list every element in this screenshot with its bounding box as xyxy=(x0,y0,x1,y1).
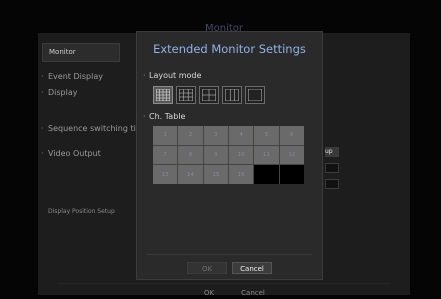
channel-cell[interactable]: 8 xyxy=(178,145,203,165)
menu-event-display[interactable]: Event Display xyxy=(41,72,103,81)
channel-cell[interactable]: 12 xyxy=(279,145,304,165)
channel-cell[interactable]: 7 xyxy=(153,145,178,165)
channel-cell[interactable]: 6 xyxy=(279,126,304,145)
ch-table-label: Ch. Table xyxy=(143,112,186,121)
channel-cell[interactable]: 16 xyxy=(229,165,254,184)
channel-table: 1 2 3 4 5 6 7 8 9 10 11 12 13 14 15 16 xyxy=(153,126,304,184)
option-box[interactable] xyxy=(325,179,339,189)
extended-monitor-settings-dialog: Extended Monitor Settings Layout mode xyxy=(136,31,323,280)
empty-channel-cell xyxy=(254,165,279,184)
menu-sequence-switching[interactable]: Sequence switching ti xyxy=(41,124,136,133)
menu-display-position-setup[interactable]: Display Position Setup xyxy=(48,208,115,215)
tab-monitor[interactable]: Monitor xyxy=(42,43,120,62)
bg-cancel-button[interactable]: Cancel xyxy=(233,288,273,299)
grid-3-icon xyxy=(225,89,239,101)
dialog-title: Extended Monitor Settings xyxy=(153,42,306,56)
channel-cell[interactable]: 15 xyxy=(203,165,228,184)
empty-channel-cell xyxy=(279,165,304,184)
layout-3-split-button[interactable] xyxy=(222,86,242,104)
grid-9-icon xyxy=(179,89,193,101)
grid-4-icon xyxy=(202,89,216,101)
channel-cell[interactable]: 11 xyxy=(254,145,279,165)
channel-cell[interactable]: 13 xyxy=(153,165,178,184)
channel-cell[interactable]: 4 xyxy=(229,126,254,145)
cancel-button[interactable]: Cancel xyxy=(232,262,272,274)
channel-cell[interactable]: 10 xyxy=(229,145,254,165)
menu-display[interactable]: Display xyxy=(41,88,77,97)
layout-16-split-button[interactable] xyxy=(153,86,173,104)
channel-cell[interactable]: 14 xyxy=(178,165,203,184)
grid-16-icon xyxy=(156,89,170,101)
ok-button[interactable]: OK xyxy=(187,262,227,274)
single-view-icon xyxy=(248,89,262,101)
channel-cell[interactable]: 3 xyxy=(203,126,228,145)
layout-9-split-button[interactable] xyxy=(176,86,196,104)
channel-cell[interactable]: 2 xyxy=(178,126,203,145)
layout-single-button[interactable] xyxy=(245,86,265,104)
bg-ok-button[interactable]: OK xyxy=(189,288,229,299)
option-box[interactable] xyxy=(325,163,339,173)
menu-video-output[interactable]: Video Output xyxy=(41,149,101,158)
channel-cell[interactable]: 1 xyxy=(153,126,178,145)
layout-mode-label: Layout mode xyxy=(143,71,201,80)
dialog-divider xyxy=(147,254,312,255)
channel-cell[interactable]: 5 xyxy=(254,126,279,145)
bottom-divider xyxy=(58,283,390,284)
setup-button[interactable]: up xyxy=(325,147,339,157)
channel-cell[interactable]: 9 xyxy=(203,145,228,165)
layout-4-split-button[interactable] xyxy=(199,86,219,104)
